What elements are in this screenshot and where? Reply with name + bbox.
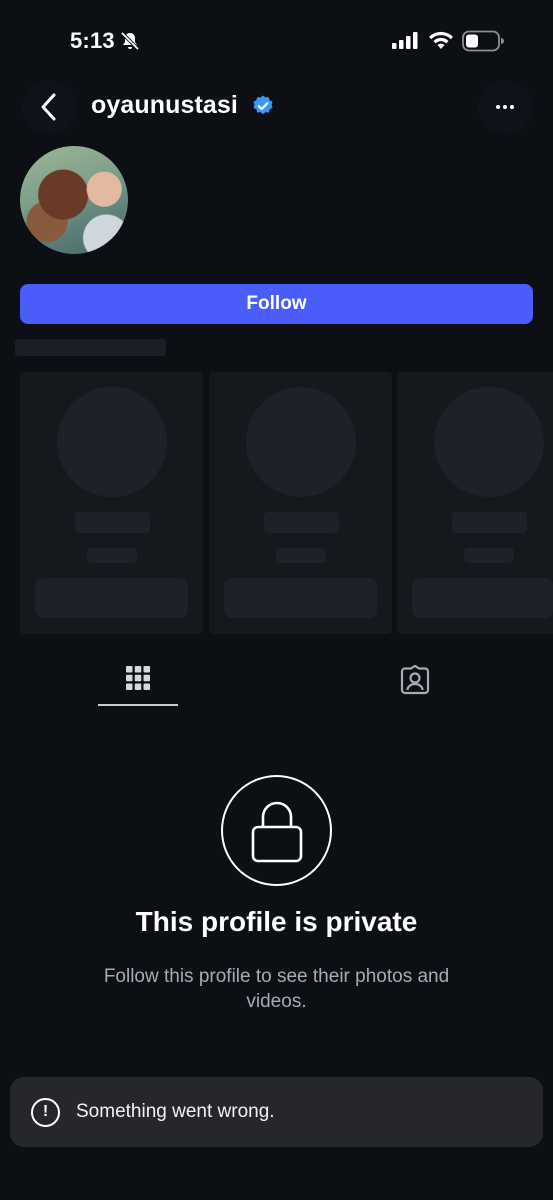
suggested-card-placeholder bbox=[209, 372, 392, 634]
battery-icon bbox=[462, 30, 504, 52]
suggested-card-placeholder bbox=[20, 372, 203, 634]
suggested-card-placeholder bbox=[397, 372, 553, 634]
back-button[interactable] bbox=[22, 80, 76, 134]
more-horizontal-icon bbox=[496, 105, 500, 109]
loading-placeholder-line bbox=[15, 339, 166, 356]
private-profile-title: This profile is private bbox=[135, 906, 418, 937]
more-options-button[interactable] bbox=[478, 80, 532, 134]
grid-icon bbox=[126, 666, 150, 690]
profile-username: oyaunustasi bbox=[91, 91, 238, 119]
alert-circle-icon: ! bbox=[31, 1097, 60, 1127]
follow-button[interactable]: Follow bbox=[20, 284, 533, 324]
cellular-signal-icon bbox=[392, 32, 418, 49]
tagged-person-icon bbox=[400, 665, 430, 695]
tab-tagged[interactable] bbox=[375, 660, 455, 708]
profile-avatar[interactable] bbox=[20, 146, 128, 254]
toast-message: Something went wrong. bbox=[76, 1101, 275, 1122]
tab-posts-grid[interactable] bbox=[98, 660, 178, 708]
bell-slash-icon bbox=[120, 31, 140, 51]
error-toast[interactable]: ! Something went wrong. bbox=[10, 1077, 543, 1147]
active-tab-indicator bbox=[98, 704, 178, 706]
private-profile-description: Follow this profile to see their photos … bbox=[103, 966, 450, 1012]
chevron-left-icon bbox=[41, 93, 56, 121]
status-time: 5:13 bbox=[70, 28, 115, 53]
lock-icon bbox=[251, 801, 302, 862]
verified-badge-icon bbox=[253, 95, 273, 115]
wifi-icon bbox=[429, 31, 453, 49]
private-lock-badge bbox=[221, 775, 332, 886]
